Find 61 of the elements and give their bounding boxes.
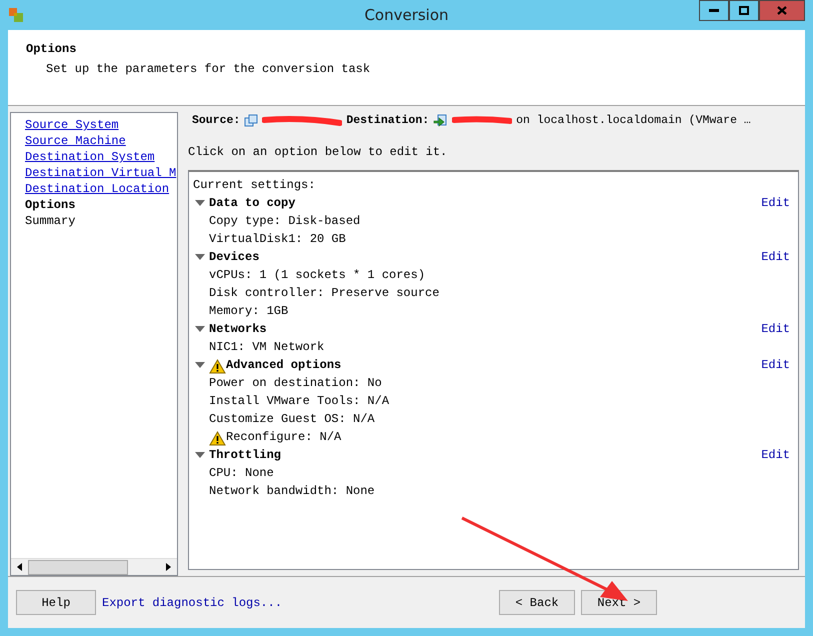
expand-icon[interactable] — [195, 452, 205, 458]
close-button[interactable] — [759, 0, 805, 21]
setting-text: NIC1: VM Network — [209, 339, 324, 356]
maximize-icon — [739, 6, 749, 15]
help-button[interactable]: Help — [16, 590, 96, 615]
scroll-thumb[interactable] — [28, 560, 128, 574]
expand-icon[interactable] — [195, 200, 205, 206]
section-row[interactable]: Throttling Edit — [193, 446, 794, 464]
setting-text: Network bandwidth: None — [209, 483, 375, 500]
settings-heading: Current settings: — [193, 177, 316, 194]
wizard-step[interactable]: Destination Virtual M — [11, 165, 177, 181]
section-row[interactable]: Networks Edit — [193, 320, 794, 338]
wizard-step[interactable]: Source System — [11, 117, 177, 133]
source-label: Source: — [192, 113, 240, 130]
setting-text: vCPUs: 1 (1 sockets * 1 cores) — [209, 267, 426, 284]
page-subtitle: Set up the parameters for the conversion task — [46, 62, 372, 76]
maximize-button[interactable] — [729, 0, 759, 21]
setting-text: VirtualDisk1: 20 GB — [209, 231, 346, 248]
edit-link[interactable]: Edit — [761, 356, 790, 374]
setting-text: Copy type: Disk-based — [209, 213, 360, 230]
setting-text: Memory: 1GB — [209, 303, 288, 320]
wizard-step[interactable]: Options — [11, 197, 177, 213]
section-title: Advanced options — [226, 357, 342, 374]
instruction-text: Click on an option below to edit it. — [188, 144, 448, 160]
window-title: Conversion — [363, 4, 450, 26]
section-title: Throttling — [209, 447, 282, 464]
wizard-step[interactable]: Summary — [11, 213, 177, 229]
back-button[interactable]: < Back — [499, 590, 575, 615]
next-button[interactable]: Next > — [581, 590, 657, 615]
edit-link[interactable]: Edit — [761, 248, 790, 266]
section-row[interactable]: Devices Edit — [193, 248, 794, 266]
expand-icon[interactable] — [195, 326, 205, 332]
wizard-step[interactable]: Destination System — [11, 149, 177, 165]
redaction-mark — [452, 116, 512, 126]
wizard-step[interactable]: Source Machine — [11, 133, 177, 149]
section-title: Networks — [209, 321, 267, 338]
setting-text: Reconfigure: N/A — [226, 429, 342, 446]
minimize-icon — [709, 9, 719, 12]
edit-link[interactable]: Edit — [761, 320, 790, 338]
setting-text: Install VMware Tools: N/A — [209, 393, 390, 410]
export-logs-link[interactable]: Export diagnostic logs... — [102, 594, 282, 612]
section-title: Devices — [209, 249, 260, 266]
destination-text: on localhost.localdomain (VMware … — [516, 113, 751, 130]
computer-icon — [433, 114, 448, 128]
setting-text: CPU: None — [209, 465, 274, 482]
setting-text: Power on destination: No — [209, 375, 382, 392]
minimize-button[interactable] — [699, 0, 729, 21]
setting-text: Disk controller: Preserve source — [209, 285, 440, 302]
edit-link[interactable]: Edit — [761, 446, 790, 464]
destination-label: Destination: — [346, 113, 430, 130]
edit-link[interactable]: Edit — [761, 194, 790, 212]
section-row[interactable]: Data to copy Edit — [193, 194, 794, 212]
setting-text: Customize Guest OS: N/A — [209, 411, 375, 428]
page-title: Options — [26, 42, 78, 56]
app-icon — [8, 7, 24, 23]
expand-icon[interactable] — [195, 362, 205, 368]
computer-icon — [244, 114, 258, 128]
close-icon — [777, 6, 787, 15]
section-title: Data to copy — [209, 195, 296, 212]
wizard-step[interactable]: Destination Location — [11, 181, 177, 197]
expand-icon[interactable] — [195, 254, 205, 260]
